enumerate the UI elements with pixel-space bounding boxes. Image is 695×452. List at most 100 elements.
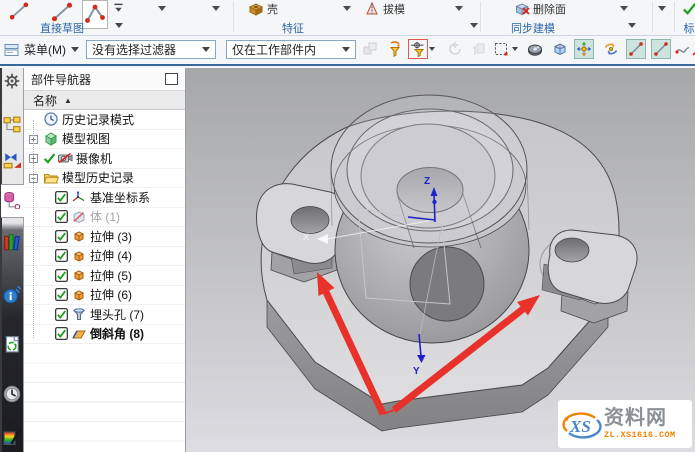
feature-checkbox[interactable] bbox=[55, 269, 68, 282]
gallery-arrow-icon[interactable] bbox=[628, 23, 636, 28]
nx-window: 壳拔模删除面直接草图特征同步建模标 菜单(M) 没有选择过滤器 仅在工作部件内 … bbox=[0, 0, 695, 452]
solid-cube-icon[interactable] bbox=[550, 39, 570, 59]
sort-ascending-icon[interactable]: ▲ bbox=[64, 96, 72, 105]
dropdown-arrow-icon[interactable] bbox=[158, 6, 166, 11]
group-separator bbox=[652, 2, 653, 32]
menu-button[interactable]: 菜单(M) bbox=[4, 41, 79, 58]
sketch-profile-icon[interactable] bbox=[82, 0, 108, 29]
dropdown-arrow-icon[interactable] bbox=[212, 6, 220, 11]
model-canvas[interactable]: Z Y X bbox=[186, 68, 695, 452]
selection-scope-icon[interactable] bbox=[408, 39, 428, 59]
feature-checkbox[interactable] bbox=[55, 249, 68, 262]
sketch-line-icon[interactable] bbox=[8, 0, 30, 25]
tree-item-label: 模型历史记录 bbox=[62, 169, 134, 186]
folder-open-icon bbox=[43, 170, 59, 186]
assembly-navigator-icon[interactable] bbox=[3, 116, 21, 134]
dropdown-arrow-icon[interactable] bbox=[512, 47, 518, 51]
snap-filter-icon[interactable] bbox=[385, 39, 405, 59]
drag-icon[interactable] bbox=[468, 39, 488, 59]
countersink-icon bbox=[71, 306, 87, 322]
line-icon[interactable] bbox=[651, 39, 671, 59]
tree-item-model-history[interactable]: 模型历史记录 bbox=[24, 169, 185, 189]
selection-scope-dropdown[interactable]: 仅在工作部件内 bbox=[226, 40, 356, 59]
delete-face-icon bbox=[514, 1, 530, 17]
reposition-icon[interactable] bbox=[445, 39, 465, 59]
chevron-down-icon bbox=[342, 47, 350, 52]
dropdown-arrow-icon[interactable] bbox=[658, 6, 666, 11]
tree-item-extrude-3[interactable]: 拉伸 (3) bbox=[24, 227, 185, 247]
tree-guide bbox=[33, 178, 34, 338]
feature-checkbox[interactable] bbox=[55, 308, 68, 321]
tree-item-extrude-5[interactable]: 拉伸 (5) bbox=[24, 266, 185, 286]
shell-icon bbox=[248, 1, 264, 17]
delete-face-button[interactable]: 删除面 bbox=[514, 0, 566, 17]
tree-guide bbox=[33, 120, 34, 178]
constraint-navigator-icon[interactable] bbox=[3, 151, 21, 169]
tree-item-label: 倒斜角 (8) bbox=[90, 325, 144, 342]
tree-item-chamfer-8[interactable]: 倒斜角 (8) bbox=[24, 325, 185, 345]
gauge-icon[interactable] bbox=[525, 39, 545, 59]
tree-item-label: 拉伸 (6) bbox=[90, 286, 132, 303]
history-mode-icon bbox=[43, 111, 59, 127]
green-check-icon bbox=[43, 152, 56, 165]
point-icon[interactable] bbox=[689, 39, 695, 59]
tree-item-datum-csys[interactable]: 基准坐标系 bbox=[24, 188, 185, 208]
group-clipped[interactable]: 标 bbox=[684, 20, 695, 36]
reuse-library-icon[interactable] bbox=[3, 335, 21, 353]
feature-checkbox[interactable] bbox=[55, 230, 68, 243]
gear-icon[interactable] bbox=[3, 72, 21, 90]
dropdown-arrow-icon[interactable] bbox=[343, 6, 351, 11]
delete-face-button-label: 删除面 bbox=[533, 1, 566, 17]
group-feature[interactable]: 特征 bbox=[282, 20, 304, 36]
roles-icon[interactable] bbox=[3, 427, 21, 445]
internet-icon[interactable] bbox=[3, 285, 21, 303]
tree-item-label: 拉伸 (4) bbox=[90, 247, 132, 264]
dropdown-arrow-icon[interactable] bbox=[455, 6, 463, 11]
feature-checkbox[interactable] bbox=[55, 191, 68, 204]
library-icon[interactable] bbox=[3, 233, 21, 251]
panel-header: 部件导航器 bbox=[24, 68, 185, 90]
feature-checkbox[interactable] bbox=[55, 210, 68, 223]
watermark-site-name: 资料网 bbox=[604, 408, 676, 428]
rect-select-icon[interactable] bbox=[491, 39, 511, 59]
panel-window-button[interactable] bbox=[165, 73, 178, 85]
selection-filter-value: 没有选择过滤器 bbox=[92, 41, 176, 58]
dropdown-arrow-icon[interactable] bbox=[429, 47, 435, 51]
tree-item-cameras[interactable]: 摄像机 bbox=[24, 149, 185, 169]
graphics-viewport[interactable]: Z Y X XS 资料网 ZL.XS1616 bbox=[186, 68, 695, 452]
assembly-constraints-icon[interactable] bbox=[360, 39, 380, 59]
extrude-icon bbox=[71, 228, 87, 244]
group-direct-sketch[interactable]: 直接草图 bbox=[40, 20, 84, 36]
dropdown-arrow-icon[interactable] bbox=[620, 6, 628, 11]
tree-item-model-views[interactable]: 模型视图 bbox=[24, 130, 185, 150]
menu-label: 菜单(M) bbox=[24, 41, 66, 58]
part-navigator-icon[interactable] bbox=[3, 191, 21, 209]
gallery-arrow-icon[interactable] bbox=[470, 23, 478, 28]
feature-checkbox[interactable] bbox=[55, 288, 68, 301]
tree-item-label: 摄像机 bbox=[76, 150, 112, 167]
tree-item-history-mode[interactable]: 历史记录模式 bbox=[24, 110, 185, 130]
gallery-arrow-icon[interactable] bbox=[115, 23, 123, 28]
rotate-view-icon[interactable] bbox=[601, 39, 621, 59]
tree-item-countersink-7[interactable]: 埋头孔 (7) bbox=[24, 305, 185, 325]
tree-item-label: 拉伸 (5) bbox=[90, 267, 132, 284]
shell-button[interactable]: 壳 bbox=[248, 0, 278, 17]
group-synchronous-modeling[interactable]: 同步建模 bbox=[511, 20, 555, 36]
tree-item-extrude-4[interactable]: 拉伸 (4) bbox=[24, 247, 185, 267]
tree-item-extrude-6[interactable]: 拉伸 (6) bbox=[24, 286, 185, 306]
draft-button-label: 拔模 bbox=[383, 1, 405, 17]
group-separator bbox=[480, 2, 481, 32]
top-toolbar: 菜单(M) 没有选择过滤器 仅在工作部件内 bbox=[0, 36, 695, 66]
ribbon: 壳 拔模 删除面直接草图 特征 同步建模 标 bbox=[0, 0, 695, 36]
history-palette-icon[interactable] bbox=[3, 385, 21, 403]
check-icon[interactable] bbox=[682, 1, 695, 19]
move-object-icon[interactable] bbox=[574, 39, 594, 59]
feature-checkbox[interactable] bbox=[55, 327, 68, 340]
shell-button-label: 壳 bbox=[267, 1, 278, 17]
more-button[interactable] bbox=[112, 2, 126, 15]
line-icon[interactable] bbox=[626, 39, 646, 59]
selection-filter-dropdown[interactable]: 没有选择过滤器 bbox=[86, 40, 216, 59]
column-header[interactable]: 名称 ▲ bbox=[24, 90, 185, 110]
draft-button[interactable]: 拔模 bbox=[364, 0, 405, 17]
tree-item-body-1[interactable]: 体 (1) bbox=[24, 208, 185, 228]
